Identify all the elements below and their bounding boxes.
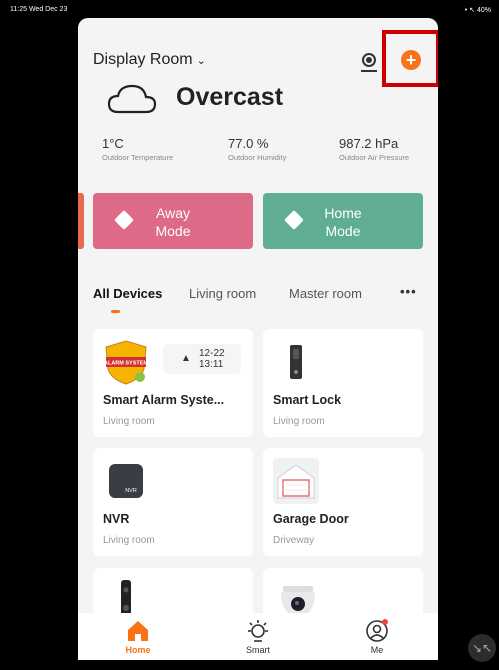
highlight-box: [382, 30, 438, 87]
room-selector[interactable]: Display Room ⌄: [93, 51, 206, 69]
svg-text:NVR: NVR: [125, 488, 137, 494]
profile-icon: [366, 619, 388, 642]
alarm-badge-icon: ALARM SYSTEM: [104, 340, 148, 385]
device-room: Living room: [103, 416, 155, 427]
device-room: Living room: [103, 535, 155, 546]
minimize-icon[interactable]: ↘↖: [468, 634, 496, 662]
home-icon: [128, 621, 148, 641]
device-card-alarm[interactable]: ALARM SYSTEM ▲ 12-22 13:11 Smart Alarm S…: [93, 329, 253, 437]
home-mode-button[interactable]: Home Mode: [263, 193, 423, 249]
nav-home[interactable]: Home: [108, 619, 168, 655]
tab-master-room[interactable]: Master room: [289, 286, 362, 301]
status-bar: 11:25 Wed Dec 23 • ↖ 40%: [0, 0, 499, 18]
svg-text:ALARM SYSTEM: ALARM SYSTEM: [104, 361, 148, 367]
device-room: Living room: [273, 416, 325, 427]
room-title: Display Room: [93, 51, 193, 68]
air-pressure-stat: 987.2 hPa Outdoor Air Pressure: [339, 136, 410, 162]
chevron-down-icon: ⌄: [196, 55, 206, 67]
cloud-icon: [107, 84, 157, 114]
status-indicators: • ↖ 40%: [464, 7, 491, 14]
bottom-nav: Home Smart Me: [78, 613, 438, 660]
nav-me[interactable]: Me: [347, 619, 407, 655]
nvr-icon: NVR: [109, 464, 143, 498]
device-name: Garage Door: [273, 512, 349, 526]
device-card-garage-door[interactable]: Garage Door Driveway: [263, 448, 423, 556]
weather-stats: 1°C Outdoor Temperature 77.0 % Outdoor H…: [102, 136, 432, 166]
away-mode-button[interactable]: Away Mode: [93, 193, 253, 249]
sun-icon: [248, 620, 268, 642]
humidity-stat: 77.0 % Outdoor Humidity: [228, 136, 287, 162]
mode-card-edge: [78, 193, 84, 249]
tag-icon: [114, 210, 134, 230]
weather-condition: Overcast: [176, 83, 284, 111]
camera-icon[interactable]: [361, 53, 377, 72]
device-name: Smart Alarm Syste...: [103, 393, 225, 407]
more-icon[interactable]: •••: [400, 284, 417, 299]
device-room: Driveway: [273, 535, 315, 546]
smart-lock-icon: [290, 345, 302, 379]
temperature-stat: 1°C Outdoor Temperature: [102, 136, 174, 162]
device-name: Smart Lock: [273, 393, 342, 407]
status-time: 11:25 Wed Dec 23: [10, 6, 68, 13]
app-window: Display Room ⌄ + Overcast 1°C Outdoor Tem…: [78, 18, 438, 660]
tab-all-devices[interactable]: All Devices: [93, 286, 162, 301]
alarm-alert-time: ▲ 12-22 13:11: [163, 344, 241, 374]
device-name: NVR: [103, 512, 130, 526]
device-card-smart-lock[interactable]: Smart Lock Living room: [263, 329, 423, 437]
tab-living-room[interactable]: Living room: [189, 286, 256, 301]
nav-smart[interactable]: Smart: [228, 619, 288, 655]
active-tab-indicator: [111, 310, 120, 313]
bell-icon: ▲: [181, 353, 191, 364]
garage-door-icon: [273, 458, 319, 504]
device-card-nvr[interactable]: NVR NVR Living room: [93, 448, 253, 556]
tag-icon: [284, 210, 304, 230]
